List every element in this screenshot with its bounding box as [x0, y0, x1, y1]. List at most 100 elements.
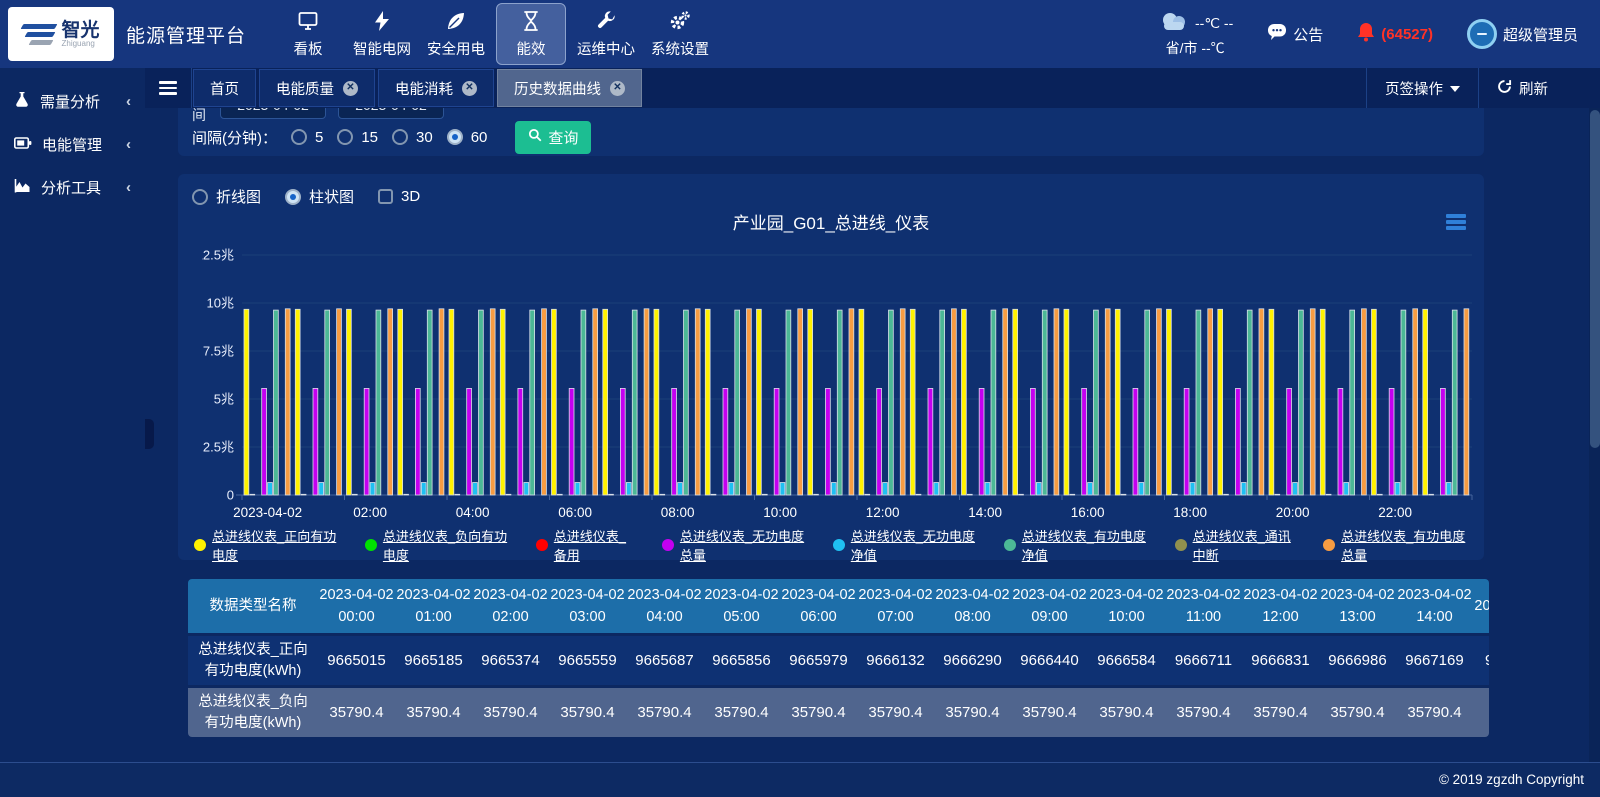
- bar[interactable]: [364, 388, 369, 495]
- bar[interactable]: [603, 309, 608, 495]
- bar[interactable]: [889, 310, 894, 495]
- chart-mode-bar[interactable]: 柱状图: [285, 186, 354, 207]
- bar[interactable]: [1287, 388, 1292, 495]
- bar[interactable]: [1236, 388, 1241, 495]
- bar[interactable]: [684, 310, 689, 495]
- bar[interactable]: [849, 309, 854, 495]
- interval-option-60[interactable]: 60: [447, 129, 488, 146]
- bar[interactable]: [632, 310, 637, 495]
- bar[interactable]: [1362, 309, 1367, 495]
- radio-icon[interactable]: [192, 189, 208, 205]
- bar[interactable]: [575, 483, 580, 496]
- chart-toolbox-icon[interactable]: [1446, 214, 1466, 230]
- close-icon[interactable]: ✕: [462, 81, 477, 96]
- bar[interactable]: [877, 388, 882, 495]
- refresh-button[interactable]: 刷新: [1478, 68, 1566, 108]
- bar[interactable]: [644, 309, 649, 495]
- bar[interactable]: [1167, 309, 1172, 495]
- bar[interactable]: [1310, 309, 1315, 495]
- bar[interactable]: [1157, 309, 1162, 495]
- bar[interactable]: [388, 309, 393, 495]
- bar[interactable]: [1036, 483, 1041, 496]
- bar[interactable]: [398, 309, 403, 495]
- bar[interactable]: [1070, 494, 1075, 495]
- bar[interactable]: [473, 483, 478, 496]
- bar[interactable]: [1218, 309, 1223, 495]
- bar[interactable]: [449, 309, 454, 495]
- chart-mode-line[interactable]: 折线图: [192, 186, 261, 207]
- chart-mode-3d[interactable]: 3D: [378, 188, 420, 205]
- bar[interactable]: [900, 309, 905, 495]
- bar[interactable]: [542, 309, 547, 495]
- bar[interactable]: [285, 309, 290, 495]
- bar[interactable]: [1350, 310, 1355, 495]
- tab-history-data-curve[interactable]: 历史数据曲线 ✕: [497, 69, 642, 107]
- search-button[interactable]: 查询: [515, 121, 591, 154]
- bar[interactable]: [1133, 388, 1138, 495]
- bar[interactable]: [490, 309, 495, 495]
- close-icon[interactable]: ✕: [610, 81, 625, 96]
- bar[interactable]: [723, 388, 728, 495]
- bar[interactable]: [352, 494, 357, 495]
- bar[interactable]: [1003, 309, 1008, 495]
- bar[interactable]: [916, 494, 921, 495]
- legend-item[interactable]: 总进线仪表_通讯中断: [1175, 526, 1298, 564]
- bar[interactable]: [347, 309, 352, 495]
- nav-item-ops-center[interactable]: 运维中心: [572, 4, 640, 64]
- bar[interactable]: [250, 494, 255, 495]
- bar[interactable]: [1241, 483, 1246, 496]
- bar[interactable]: [1224, 494, 1229, 495]
- bar[interactable]: [325, 310, 330, 495]
- bar[interactable]: [593, 309, 598, 495]
- bar[interactable]: [557, 494, 562, 495]
- end-date-input[interactable]: 2023-04-02: [338, 108, 444, 119]
- legend-item[interactable]: 总进线仪表_备用: [536, 526, 636, 564]
- bar[interactable]: [319, 483, 324, 496]
- bar[interactable]: [581, 310, 586, 495]
- bar[interactable]: [313, 388, 318, 495]
- bar[interactable]: [837, 310, 842, 495]
- bar[interactable]: [1344, 483, 1349, 496]
- interval-option-5[interactable]: 5: [291, 129, 323, 146]
- bar[interactable]: [1389, 388, 1394, 495]
- bar[interactable]: [865, 494, 870, 495]
- bar[interactable]: [808, 309, 813, 495]
- bar[interactable]: [1446, 483, 1451, 496]
- bar[interactable]: [654, 309, 659, 495]
- bar[interactable]: [376, 310, 381, 495]
- bar[interactable]: [883, 483, 888, 496]
- bar[interactable]: [337, 309, 342, 495]
- bar[interactable]: [798, 309, 803, 495]
- legend-item[interactable]: 总进线仪表_负向有功电度: [365, 526, 510, 564]
- interval-option-15[interactable]: 15: [337, 129, 378, 146]
- bar[interactable]: [826, 388, 831, 495]
- bar[interactable]: [1452, 310, 1457, 495]
- bar[interactable]: [962, 309, 967, 495]
- bar[interactable]: [1372, 309, 1377, 495]
- bar[interactable]: [404, 494, 409, 495]
- bar[interactable]: [427, 310, 432, 495]
- bar[interactable]: [1338, 388, 1343, 495]
- bar[interactable]: [415, 388, 420, 495]
- bar[interactable]: [985, 483, 990, 496]
- bar[interactable]: [1247, 310, 1252, 495]
- nav-item-energy-efficiency[interactable]: 能效: [496, 3, 566, 65]
- bar[interactable]: [979, 388, 984, 495]
- bar[interactable]: [695, 309, 700, 495]
- bar[interactable]: [1196, 310, 1201, 495]
- user-menu[interactable]: 超级管理员: [1467, 19, 1578, 49]
- bar[interactable]: [1464, 309, 1469, 495]
- bar[interactable]: [370, 483, 375, 496]
- bar[interactable]: [672, 388, 677, 495]
- bar[interactable]: [1299, 310, 1304, 495]
- bar[interactable]: [928, 388, 933, 495]
- nav-item-smart-grid[interactable]: 智能电网: [348, 4, 416, 64]
- bar[interactable]: [569, 388, 574, 495]
- bar[interactable]: [1395, 483, 1400, 496]
- bar[interactable]: [1208, 309, 1213, 495]
- sidebar-item-demand-analysis[interactable]: 需量分析 ‹: [0, 80, 145, 123]
- bar[interactable]: [762, 494, 767, 495]
- sidebar-item-analysis-tools[interactable]: 分析工具 ‹: [0, 166, 145, 209]
- bar[interactable]: [1441, 388, 1446, 495]
- bar[interactable]: [421, 483, 426, 496]
